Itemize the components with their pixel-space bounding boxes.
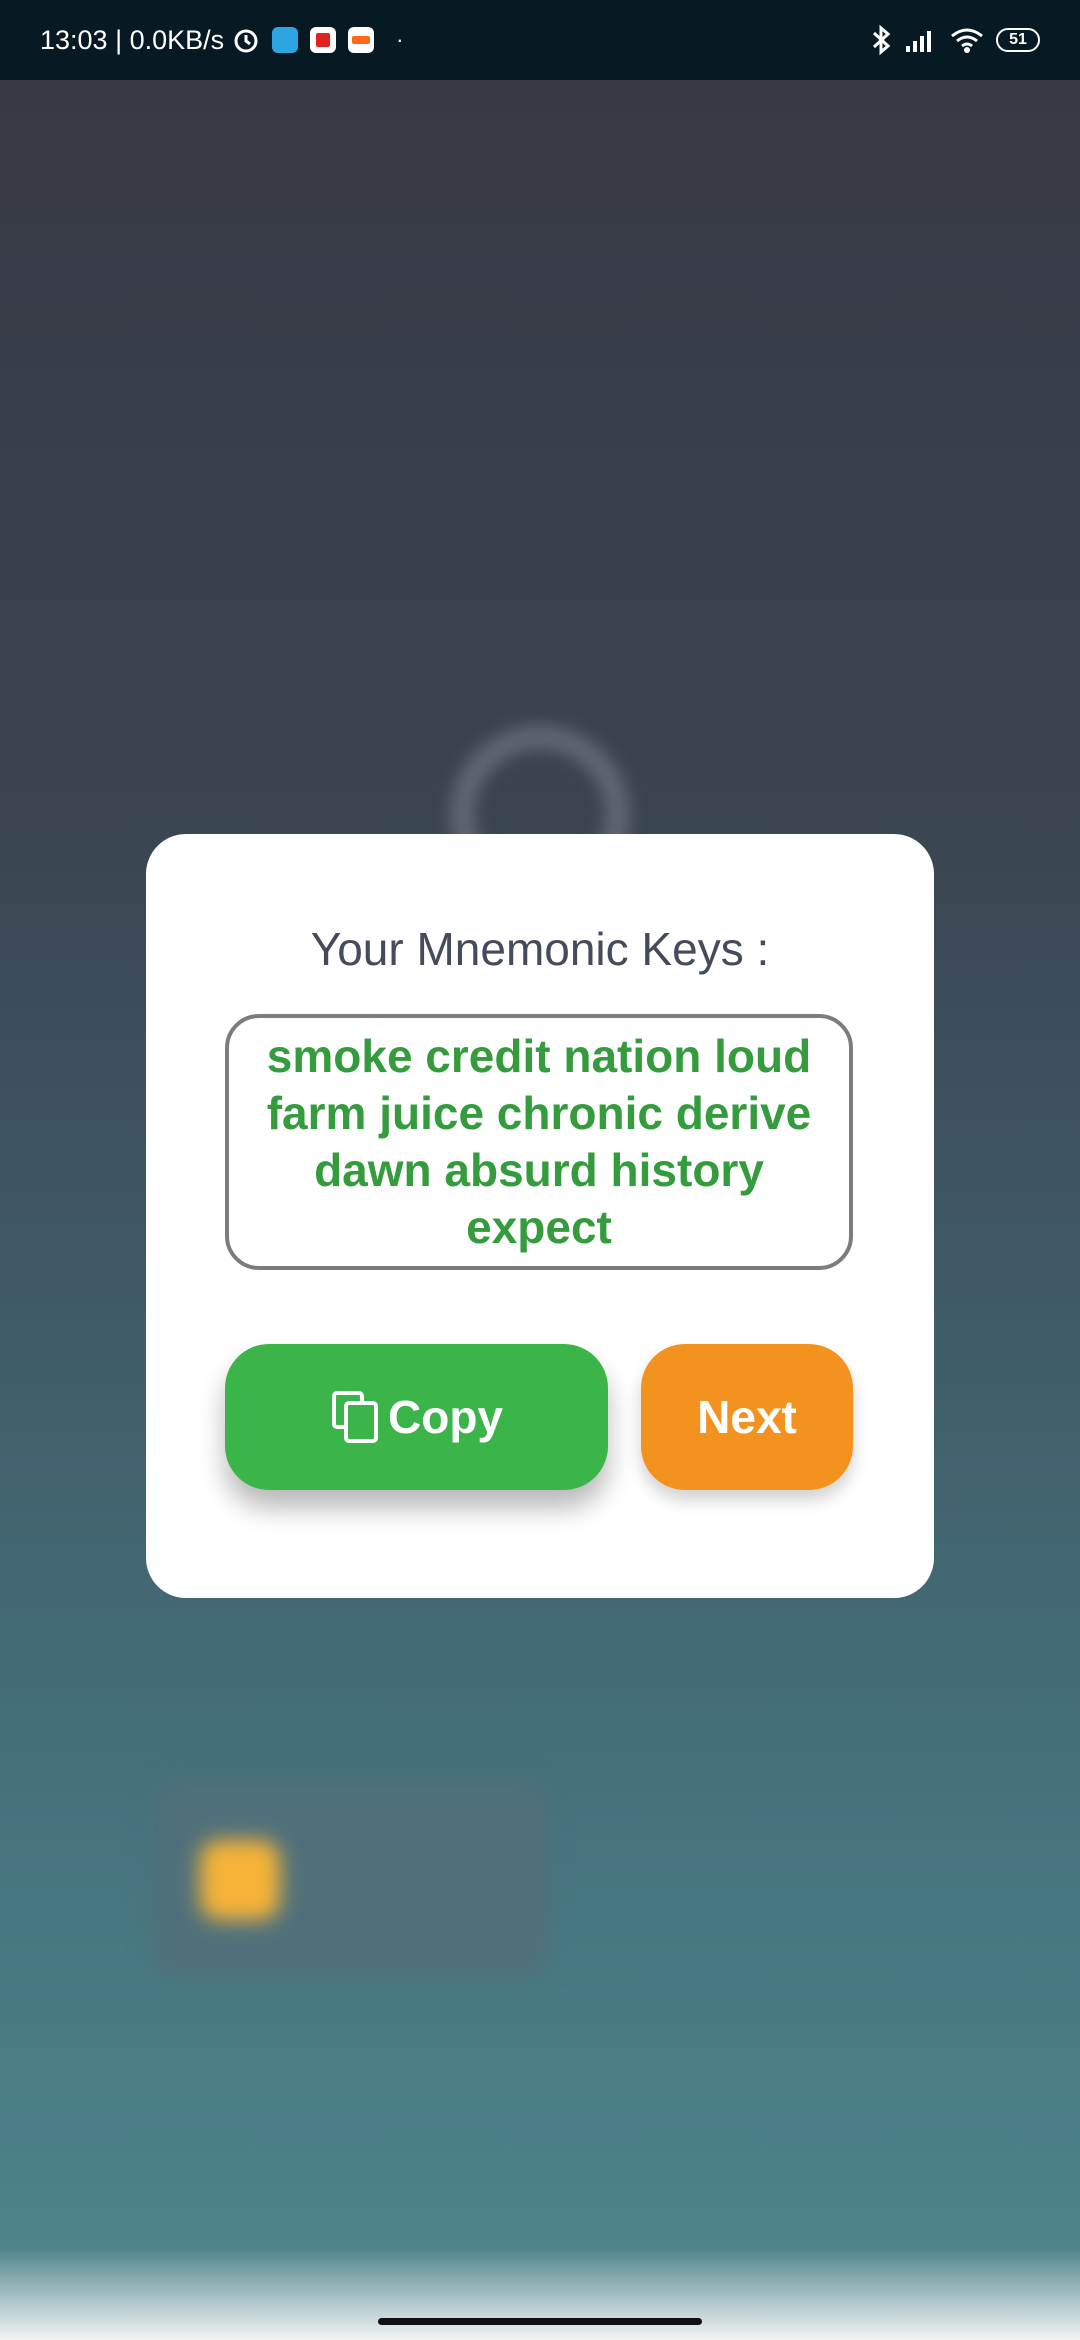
sale-app-icon: [348, 27, 375, 53]
telegram-icon: [272, 27, 299, 53]
background-coin-icon: [200, 1840, 280, 1920]
mnemonic-dialog: Your Mnemonic Keys : smoke credit nation…: [146, 834, 934, 1598]
next-button[interactable]: Next: [641, 1344, 853, 1490]
status-time-speed: 13:03 | 0.0KB/s: [40, 24, 225, 55]
copy-button-label: Copy: [388, 1391, 503, 1443]
app-red-icon: [310, 27, 337, 53]
mnemonic-box: smoke credit nation loud farm juice chro…: [225, 1014, 853, 1270]
dialog-title: Your Mnemonic Keys :: [310, 923, 770, 975]
status-bar: 13:03 | 0.0KB/s · 51: [0, 0, 1080, 80]
mnemonic-text: smoke credit nation loud farm juice chro…: [266, 1030, 812, 1253]
alarm-icon: [234, 29, 258, 53]
signal-icon: [906, 31, 931, 52]
battery-icon: 51: [996, 28, 1040, 52]
home-indicator[interactable]: [378, 2318, 702, 2325]
notification-dot: ·: [396, 27, 404, 52]
battery-level: 51: [1009, 31, 1027, 48]
next-button-label: Next: [697, 1391, 797, 1443]
copy-button[interactable]: Copy: [225, 1344, 608, 1490]
bluetooth-icon: [872, 24, 891, 56]
wifi-icon: [951, 28, 983, 53]
copy-icon: [332, 1391, 378, 1443]
